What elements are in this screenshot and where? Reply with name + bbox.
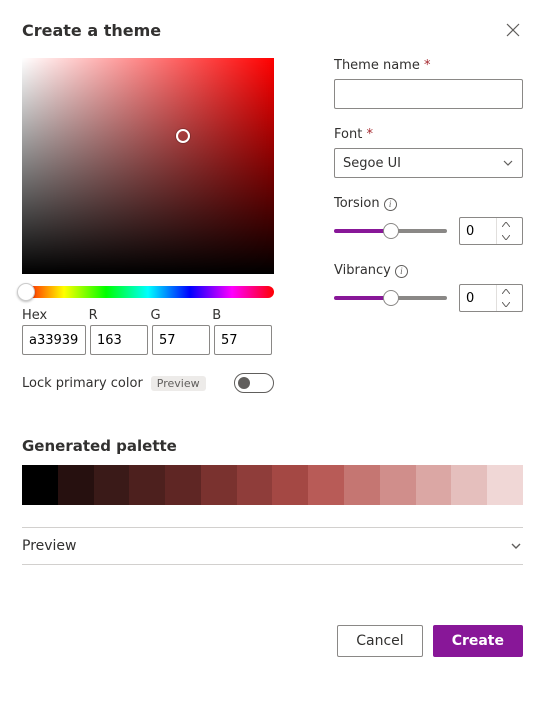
palette-swatch bbox=[201, 465, 237, 505]
palette-swatch bbox=[272, 465, 308, 505]
vibrancy-label: Vibrancyi bbox=[334, 263, 523, 278]
palette-swatch bbox=[58, 465, 94, 505]
torsion-spin[interactable] bbox=[459, 217, 523, 245]
saturation-value-picker[interactable] bbox=[22, 58, 274, 274]
torsion-step-down[interactable] bbox=[497, 231, 515, 244]
close-icon bbox=[506, 23, 520, 37]
vibrancy-step-up[interactable] bbox=[497, 285, 515, 298]
b-input[interactable] bbox=[214, 325, 272, 355]
info-icon[interactable]: i bbox=[384, 198, 397, 211]
font-select-value: Segoe UI bbox=[343, 156, 401, 171]
torsion-slider-thumb[interactable] bbox=[383, 223, 399, 239]
close-button[interactable] bbox=[503, 20, 523, 40]
palette-swatch bbox=[237, 465, 273, 505]
chevron-down-icon bbox=[502, 157, 514, 169]
r-label: R bbox=[89, 308, 151, 323]
lock-primary-toggle[interactable] bbox=[234, 373, 274, 393]
saturation-value-handle[interactable] bbox=[176, 129, 190, 143]
torsion-slider[interactable] bbox=[334, 229, 447, 233]
palette-swatch bbox=[22, 465, 58, 505]
create-button[interactable]: Create bbox=[433, 625, 523, 657]
vibrancy-step-down[interactable] bbox=[497, 298, 515, 311]
palette-swatch bbox=[451, 465, 487, 505]
preview-accordion[interactable]: Preview bbox=[22, 527, 523, 565]
palette-swatch bbox=[380, 465, 416, 505]
preview-badge: Preview bbox=[151, 376, 206, 391]
palette-swatch bbox=[165, 465, 201, 505]
palette-swatch bbox=[94, 465, 130, 505]
cancel-button[interactable]: Cancel bbox=[337, 625, 422, 657]
vibrancy-spin[interactable] bbox=[459, 284, 523, 312]
palette-swatch bbox=[308, 465, 344, 505]
palette-swatch bbox=[416, 465, 452, 505]
info-icon[interactable]: i bbox=[395, 265, 408, 278]
g-input[interactable] bbox=[152, 325, 210, 355]
torsion-value-input[interactable] bbox=[460, 224, 496, 239]
hue-slider[interactable] bbox=[22, 286, 274, 298]
g-label: G bbox=[150, 308, 212, 323]
palette-swatch bbox=[487, 465, 523, 505]
dialog-title: Create a theme bbox=[22, 21, 161, 40]
hex-input[interactable] bbox=[22, 325, 86, 355]
vibrancy-value-input[interactable] bbox=[460, 291, 496, 306]
lock-primary-label: Lock primary color bbox=[22, 376, 143, 391]
b-label: B bbox=[212, 308, 274, 323]
torsion-label: Torsioni bbox=[334, 196, 523, 211]
palette-swatch bbox=[129, 465, 165, 505]
font-label: Font * bbox=[334, 127, 523, 142]
font-select[interactable]: Segoe UI bbox=[334, 148, 523, 178]
torsion-step-up[interactable] bbox=[497, 218, 515, 231]
chevron-down-icon bbox=[509, 539, 523, 553]
preview-label: Preview bbox=[22, 538, 77, 554]
theme-name-input[interactable] bbox=[334, 79, 523, 109]
hex-label: Hex bbox=[22, 308, 89, 323]
toggle-knob bbox=[238, 377, 250, 389]
palette-swatch bbox=[344, 465, 380, 505]
theme-name-label: Theme name * bbox=[334, 58, 523, 73]
hue-slider-handle[interactable] bbox=[17, 283, 35, 301]
generated-palette-title: Generated palette bbox=[22, 437, 523, 455]
r-input[interactable] bbox=[90, 325, 148, 355]
vibrancy-slider[interactable] bbox=[334, 296, 447, 300]
generated-palette bbox=[22, 465, 523, 505]
vibrancy-slider-thumb[interactable] bbox=[383, 290, 399, 306]
